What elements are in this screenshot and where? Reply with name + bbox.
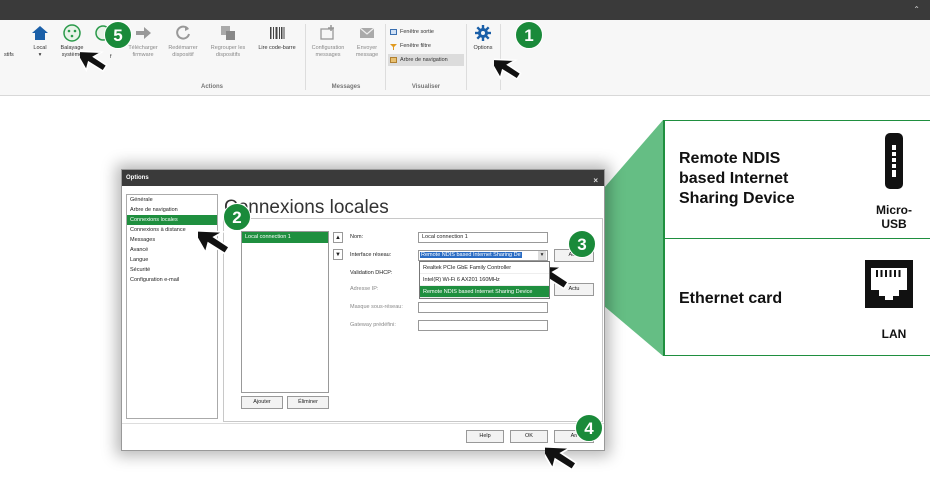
help-button[interactable]: Help <box>466 430 504 443</box>
nav-item-arbre-navigation[interactable]: Arbre de navigation <box>127 205 217 215</box>
options-dialog: Options × Générale Arbre de navigation C… <box>121 169 605 451</box>
screenshot-stage: ⌃ stifs Local ▾ Balayage système f Téléc… <box>0 0 930 488</box>
pointer-arrow-icon <box>80 50 108 73</box>
ok-button[interactable]: OK <box>510 430 548 443</box>
connection-list-item[interactable]: Local connection 1 <box>242 232 328 243</box>
interface-reseau-value: Remote NDIS based Internet Sharing De <box>420 252 522 258</box>
pointer-arrow-icon <box>545 445 578 471</box>
connection-callout-panel: Remote NDIS based Internet Sharing Devic… <box>663 120 930 356</box>
nom-field[interactable]: Local connection 1 <box>418 232 548 243</box>
close-icon[interactable]: × <box>593 173 598 189</box>
pointer-arrow-icon <box>198 229 231 255</box>
eliminer-button[interactable]: Éliminer <box>287 396 329 409</box>
ethernet-callout-text: Ethernet card <box>679 290 783 307</box>
move-up-button[interactable]: ▲ <box>333 232 343 243</box>
nav-item-generale[interactable]: Générale <box>127 195 217 205</box>
adresse-ip-label: Adresse IP: <box>350 286 379 292</box>
micro-usb-icon <box>885 133 903 189</box>
callout-divider <box>665 238 930 239</box>
dialog-footer-divider <box>122 423 604 424</box>
lan-port-icon <box>865 260 913 308</box>
validation-dhcp-label: Validation DHCP: <box>350 270 393 276</box>
lan-caption: LAN <box>881 327 907 341</box>
masque-field[interactable] <box>418 302 548 313</box>
dropdown-option-realtek[interactable]: Realtek PCIe GbE Family Controller <box>420 262 549 274</box>
nom-label: Nom: <box>350 234 364 240</box>
micro-usb-caption: Micro- USB <box>876 203 912 231</box>
interface-reseau-label: Interface réseau: <box>350 252 392 258</box>
pointer-arrow-icon <box>494 58 522 81</box>
dropdown-option-intel[interactable]: Intel(R) Wi-Fi 6 AX201 160MHz <box>420 274 549 286</box>
dialog-titlebar: Options × <box>122 170 604 186</box>
connection-list: Local connection 1 <box>241 231 329 393</box>
masque-sous-reseau-label: Masque sous-réseau: <box>350 304 403 310</box>
dropdown-option-rndis[interactable]: Remote NDIS based Internet Sharing Devic… <box>420 286 549 298</box>
step-badge-3: 3 <box>568 230 596 258</box>
step-badge-1: 1 <box>515 21 543 49</box>
rndis-callout-text: Remote NDIS based Internet Sharing Devic… <box>679 150 795 207</box>
interface-reseau-select[interactable]: Remote NDIS based Internet Sharing De ▾ <box>418 250 548 261</box>
nav-item-configuration-email[interactable]: Configuration e-mail <box>127 275 217 285</box>
dialog-title: Options <box>126 175 149 181</box>
ajouter-button[interactable]: Ajouter <box>241 396 283 409</box>
nav-item-securite[interactable]: Sécurité <box>127 265 217 275</box>
gateway-label: Gateway prédéfini: <box>350 322 396 328</box>
interface-dropdown-list: Realtek PCIe GbE Family Controller Intel… <box>419 261 550 299</box>
move-down-button[interactable]: ▼ <box>333 249 343 260</box>
gateway-field[interactable] <box>418 320 548 331</box>
